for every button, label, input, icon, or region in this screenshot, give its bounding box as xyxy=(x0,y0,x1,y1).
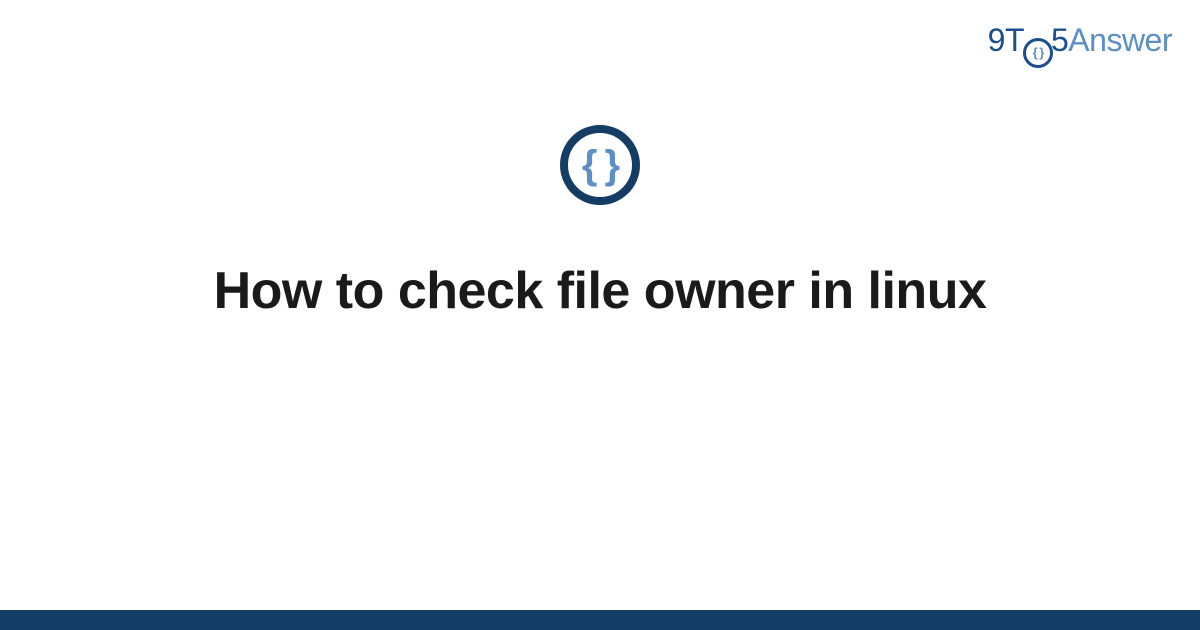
code-braces-icon: { } xyxy=(560,125,640,205)
brand-braces-icon: { } xyxy=(1023,38,1053,68)
brand-answer: Answer xyxy=(1068,22,1172,58)
main-content: { } How to check file owner in linux xyxy=(0,125,1200,322)
brand-logo: 9T { } 5Answer xyxy=(988,22,1172,68)
brand-t: T xyxy=(1005,22,1024,58)
braces-small-glyph: { } xyxy=(1033,46,1044,59)
braces-glyph: { } xyxy=(582,145,618,185)
brand-nine: 9 xyxy=(988,22,1005,58)
footer-bar xyxy=(0,610,1200,630)
brand-five: 5 xyxy=(1051,22,1068,58)
page-title: How to check file owner in linux xyxy=(214,260,987,322)
